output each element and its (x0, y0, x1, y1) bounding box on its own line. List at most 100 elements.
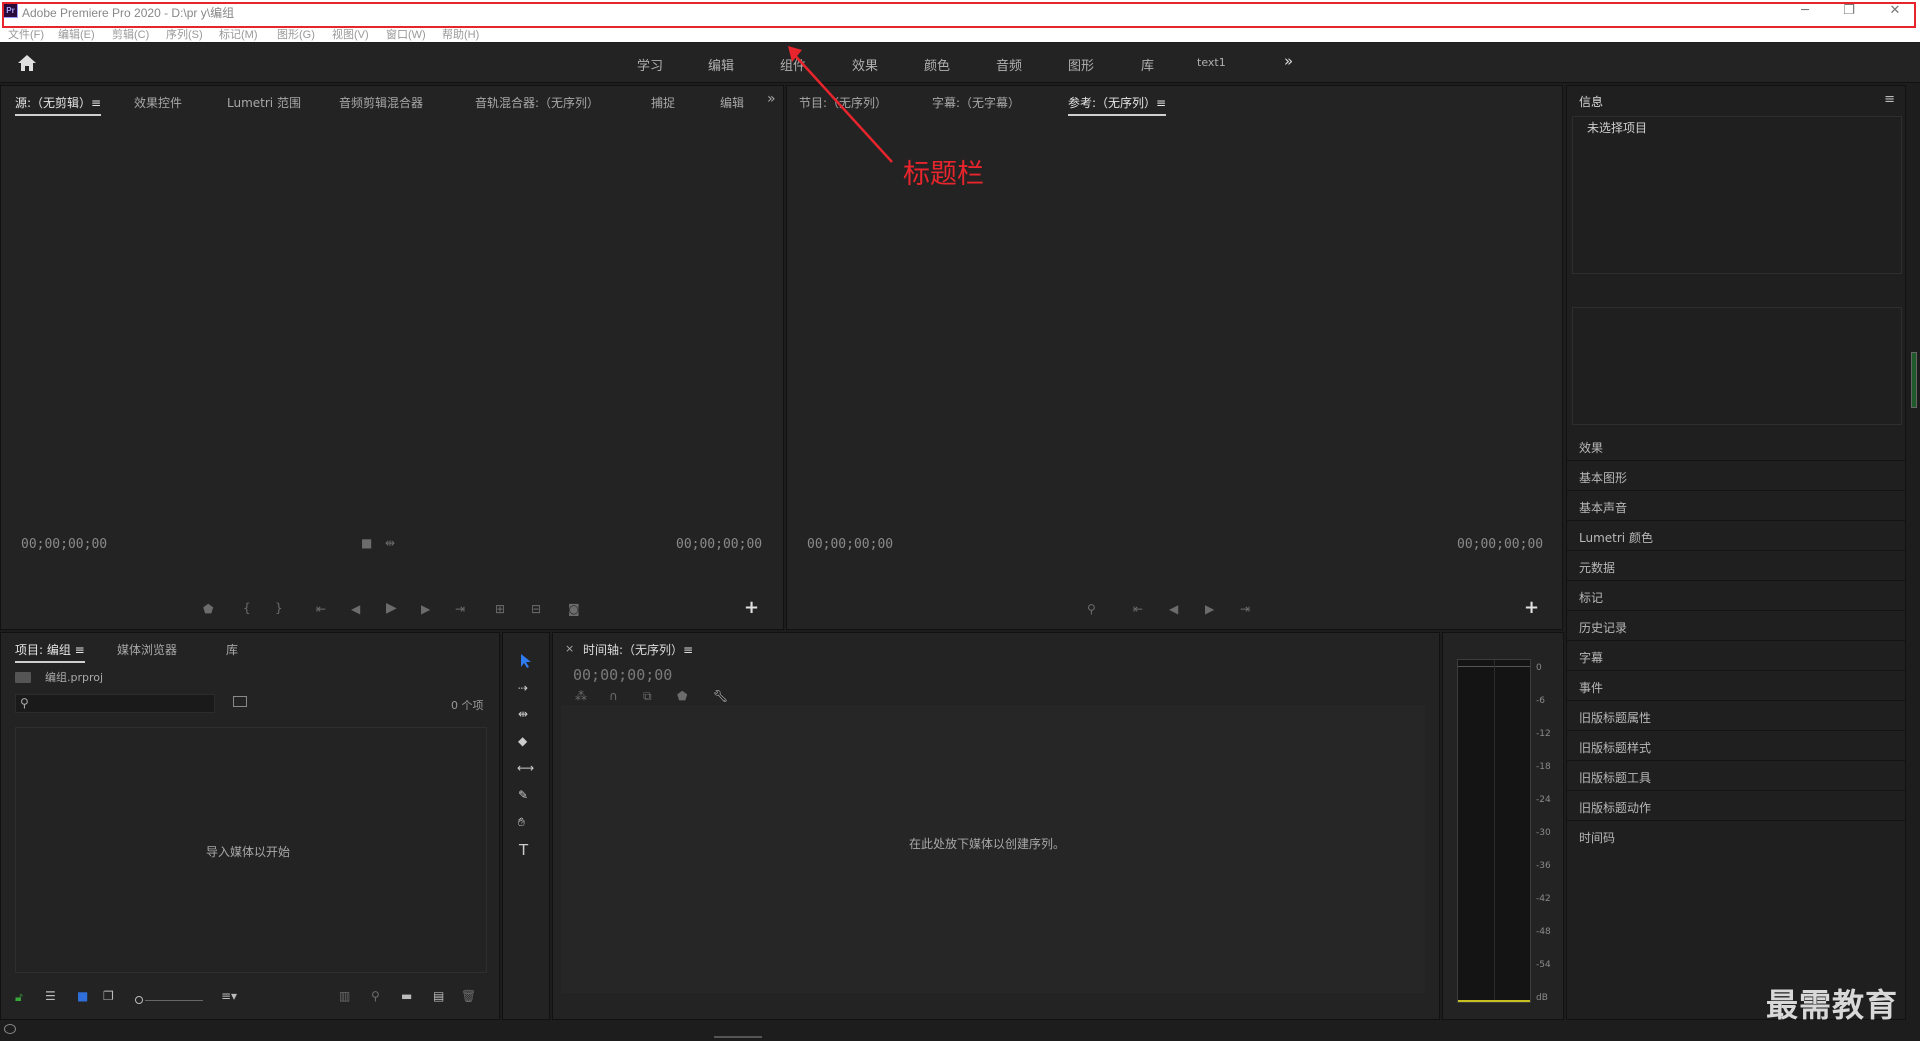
tab-project[interactable]: 项目: 编组 ≡ (15, 641, 85, 663)
program-button-editor-icon[interactable]: + (1524, 597, 1539, 618)
status-icon[interactable] (4, 1024, 16, 1034)
menu-sequence[interactable]: 序列(S) (166, 26, 203, 42)
insert-icon[interactable]: ⊞ (495, 602, 505, 616)
step-back-icon[interactable]: ◀ (351, 602, 360, 616)
add-marker-icon[interactable]: ⬟ (677, 689, 687, 703)
wrench-icon[interactable]: 🔧︎ (713, 689, 728, 703)
mark-in-icon[interactable]: { (243, 601, 251, 615)
menu-edit[interactable]: 编辑(E) (58, 26, 95, 42)
tab-reference[interactable]: 参考:（无序列）≡ (1068, 94, 1167, 116)
slip-tool-icon[interactable]: ⟷ (517, 761, 534, 775)
project-search-input[interactable]: ⚲ (15, 694, 215, 713)
tab-edit[interactable]: 编辑 (720, 94, 744, 111)
timeline-title[interactable]: 时间轴:（无序列）≡ (583, 641, 693, 658)
automate-to-sequence-icon[interactable]: ▥ (339, 989, 350, 1003)
timeline-drop-area[interactable]: 在此处放下媒体以创建序列。 (561, 705, 1425, 993)
workspace-learning[interactable]: 学习 (637, 55, 663, 74)
menu-view[interactable]: 视图(V) (332, 26, 369, 42)
add-marker-icon[interactable]: ⬟ (203, 602, 213, 616)
find-icon[interactable]: ⚲ (371, 989, 380, 1003)
track-select-tool-icon[interactable]: ⇢ (518, 681, 528, 695)
new-item-icon[interactable]: ▤ (433, 989, 444, 1003)
nest-icon[interactable]: ⁂ (575, 689, 587, 703)
menu-clip[interactable]: 剪辑(C) (112, 26, 149, 42)
insert-edit-icon[interactable]: ⇹ (385, 536, 395, 550)
panel-item-lumetri-color[interactable]: Lumetri 颜色 (1567, 522, 1905, 551)
linked-selection-icon[interactable]: ⧉ (643, 689, 652, 704)
pen-tool-icon[interactable]: ✎ (518, 788, 528, 802)
new-search-bin-icon[interactable] (233, 696, 247, 707)
step-forward-icon[interactable]: ▶ (421, 602, 430, 616)
hand-tool-icon[interactable]: ✋︎ (518, 815, 525, 830)
workspace-audio[interactable]: 音频 (996, 55, 1022, 74)
info-panel-title[interactable]: 信息 (1579, 93, 1603, 110)
mark-out-icon[interactable]: } (275, 601, 283, 615)
tab-audio-clip-mixer[interactable]: 音频剪辑混合器 (339, 94, 423, 111)
razor-tool-icon[interactable]: ◆ (518, 734, 527, 748)
timeline-timecode[interactable]: 00;00;00;00 (573, 666, 672, 684)
menu-help[interactable]: 帮助(H) (442, 26, 479, 42)
zoom-slider-track[interactable] (145, 1000, 203, 1001)
tab-source[interactable]: 源:（无剪辑）≡ (15, 94, 102, 116)
tab-media-browser[interactable]: 媒体浏览器 (117, 641, 177, 658)
scroll-indicator[interactable] (1911, 352, 1917, 408)
workspace-libraries[interactable]: 库 (1141, 55, 1154, 74)
minimize-button[interactable]: ─ (1790, 2, 1820, 20)
step-forward-icon[interactable]: ▶ (1205, 602, 1214, 616)
list-view-icon[interactable]: ☰ (45, 989, 56, 1003)
overwrite-icon[interactable]: ⊟ (531, 602, 541, 616)
lock-icon[interactable]: 🔓︎ (15, 990, 23, 1005)
freeform-view-icon[interactable]: ❐ (103, 989, 114, 1003)
workspace-graphics[interactable]: 图形 (1068, 55, 1094, 74)
panel-item-legacy-title-actions[interactable]: 旧版标题动作 (1567, 792, 1905, 821)
tab-effect-controls[interactable]: 效果控件 (134, 94, 182, 111)
tab-captions[interactable]: 字幕:（无字幕） (932, 94, 1020, 111)
panel-item-legacy-title-tools[interactable]: 旧版标题工具 (1567, 762, 1905, 791)
menu-file[interactable]: 文件(F) (8, 26, 44, 42)
source-button-editor-icon[interactable]: + (744, 597, 759, 618)
source-timecode-current[interactable]: 00;00;00;00 (21, 537, 107, 552)
panel-item-essential-graphics[interactable]: 基本图形 (1567, 462, 1905, 491)
tab-capture[interactable]: 捕捉 (651, 94, 675, 111)
step-back-icon[interactable]: ◀ (1169, 602, 1178, 616)
home-icon[interactable] (16, 53, 38, 73)
workspace-overflow-button[interactable]: » (1284, 52, 1293, 70)
panel-item-legacy-title-styles[interactable]: 旧版标题样式 (1567, 732, 1905, 761)
play-icon[interactable]: ▶ (386, 600, 397, 616)
panel-item-captions[interactable]: 字幕 (1567, 642, 1905, 671)
restore-button[interactable]: ❐ (1834, 2, 1864, 20)
panel-item-history[interactable]: 历史记录 (1567, 612, 1905, 641)
go-to-out-icon[interactable]: ⇥ (455, 602, 465, 616)
panel-item-events[interactable]: 事件 (1567, 672, 1905, 701)
camera-icon[interactable]: ◙ (568, 602, 580, 616)
trash-icon[interactable]: 🗑︎ (461, 989, 476, 1003)
link-icon[interactable]: ⚲ (1087, 602, 1096, 616)
tab-audio-track-mixer[interactable]: 音轨混合器:（无序列） (475, 94, 599, 111)
panel-item-effects[interactable]: 效果 (1567, 432, 1905, 461)
workspace-text1[interactable]: text1 (1197, 56, 1226, 69)
menu-window[interactable]: 窗口(W) (386, 26, 426, 42)
sort-icon[interactable]: ≡▾ (221, 989, 237, 1003)
menu-markers[interactable]: 标记(M) (219, 26, 258, 42)
panel-item-metadata[interactable]: 元数据 (1567, 552, 1905, 581)
panel-item-legacy-title-properties[interactable]: 旧版标题属性 (1567, 702, 1905, 731)
close-button[interactable]: ✕ (1880, 2, 1910, 20)
selection-tool-icon[interactable] (519, 653, 533, 669)
workspace-editing[interactable]: 编辑 (708, 55, 734, 74)
panel-overflow-button[interactable]: » (767, 91, 776, 107)
drop-frame-icon[interactable]: ■ (361, 536, 372, 550)
snap-icon[interactable]: ∩ (609, 689, 618, 703)
workspace-color[interactable]: 颜色 (924, 55, 950, 74)
tab-lumetri-scopes[interactable]: Lumetri 范围 (227, 94, 301, 111)
ripple-edit-tool-icon[interactable]: ⇹ (518, 707, 528, 721)
new-bin-icon[interactable]: ▬ (401, 989, 412, 1003)
program-timecode-current[interactable]: 00;00;00;00 (807, 537, 893, 552)
timeline-close-icon[interactable]: × (565, 642, 574, 655)
menu-graphics[interactable]: 图形(G) (277, 26, 315, 42)
go-to-out-icon[interactable]: ⇥ (1240, 602, 1250, 616)
go-to-in-icon[interactable]: ⇤ (1133, 602, 1143, 616)
type-tool-icon[interactable]: T (519, 841, 528, 859)
panel-item-essential-sound[interactable]: 基本声音 (1567, 492, 1905, 521)
icon-view-icon[interactable]: ■ (77, 989, 88, 1003)
panel-item-markers[interactable]: 标记 (1567, 582, 1905, 611)
